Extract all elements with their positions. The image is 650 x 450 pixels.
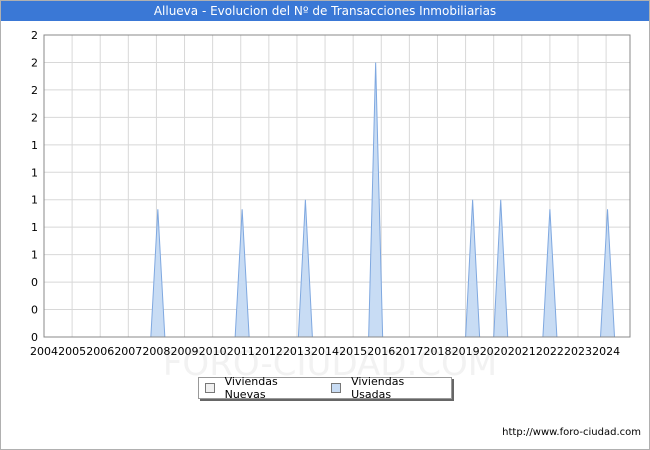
y-tick-label: 0	[31, 304, 38, 317]
legend-label-usadas: Viviendas Usadas	[351, 375, 405, 401]
y-tick-label: 2	[31, 111, 38, 124]
x-tick-label: 2017	[395, 345, 423, 358]
y-tick-label: 1	[31, 166, 38, 179]
x-tick-label: 2021	[508, 345, 536, 358]
data-peak-usadas	[599, 209, 616, 338]
x-axis: 2004 2005 2006 2007 2008 2009 2010 2011 2012 2013…	[30, 345, 620, 358]
x-tick-label: 2004	[30, 345, 58, 358]
x-tick-label: 2012	[255, 345, 283, 358]
data-peak-usadas	[150, 209, 166, 338]
legend-swatch-usadas	[331, 383, 342, 393]
legend-item-nuevas: Viviendas Nuevas	[205, 375, 317, 401]
x-tick-label: 2009	[171, 345, 199, 358]
x-tick-label: 2018	[423, 345, 451, 358]
y-tick-label: 2	[31, 84, 38, 97]
y-tick-label: 1	[31, 139, 38, 152]
y-axis: 0 0 0 1 1 1 1 1 2 2 2 2	[31, 29, 38, 344]
x-tick-label: 2016	[367, 345, 395, 358]
y-tick-label: 2	[31, 56, 38, 69]
x-tick-label: 2007	[114, 345, 142, 358]
x-tick-label: 2014	[311, 345, 339, 358]
x-tick-label: 2020	[480, 345, 508, 358]
data-peak-usadas	[465, 199, 481, 338]
x-tick-label: 2013	[283, 345, 311, 358]
y-tick-label: 0	[31, 331, 38, 344]
x-tick-label: 2024	[592, 345, 620, 358]
legend-label-nuevas: Viviendas Nuevas	[224, 375, 278, 401]
grid	[43, 34, 630, 338]
legend: Viviendas Nuevas Viviendas Usadas	[198, 375, 452, 401]
x-tick-label: 2019	[452, 345, 480, 358]
x-tick-label: 2023	[564, 345, 592, 358]
x-tick-label: 2015	[339, 345, 367, 358]
legend-item-usadas: Viviendas Usadas	[331, 375, 443, 401]
y-tick-label: 1	[31, 249, 38, 262]
x-tick-label: 2006	[86, 345, 114, 358]
y-tick-label: 1	[31, 221, 38, 234]
data-peak-usadas	[542, 209, 558, 338]
source-link[interactable]: http://www.foro-ciudad.com	[502, 427, 641, 438]
data-peak-usadas	[493, 199, 509, 338]
y-tick-label: 2	[31, 29, 38, 42]
x-tick-label: 2005	[58, 345, 86, 358]
data-peak-usadas	[234, 209, 250, 338]
y-tick-label: 1	[31, 194, 38, 207]
x-tick-label: 2010	[199, 345, 227, 358]
x-tick-label: 2008	[142, 345, 170, 358]
legend-swatch-nuevas	[205, 383, 215, 393]
x-tick-label: 2022	[536, 345, 564, 358]
data-peak-usadas	[297, 199, 313, 338]
x-tick-label: 2011	[227, 345, 255, 358]
plot-area	[43, 34, 631, 338]
y-tick-label: 0	[31, 276, 38, 289]
